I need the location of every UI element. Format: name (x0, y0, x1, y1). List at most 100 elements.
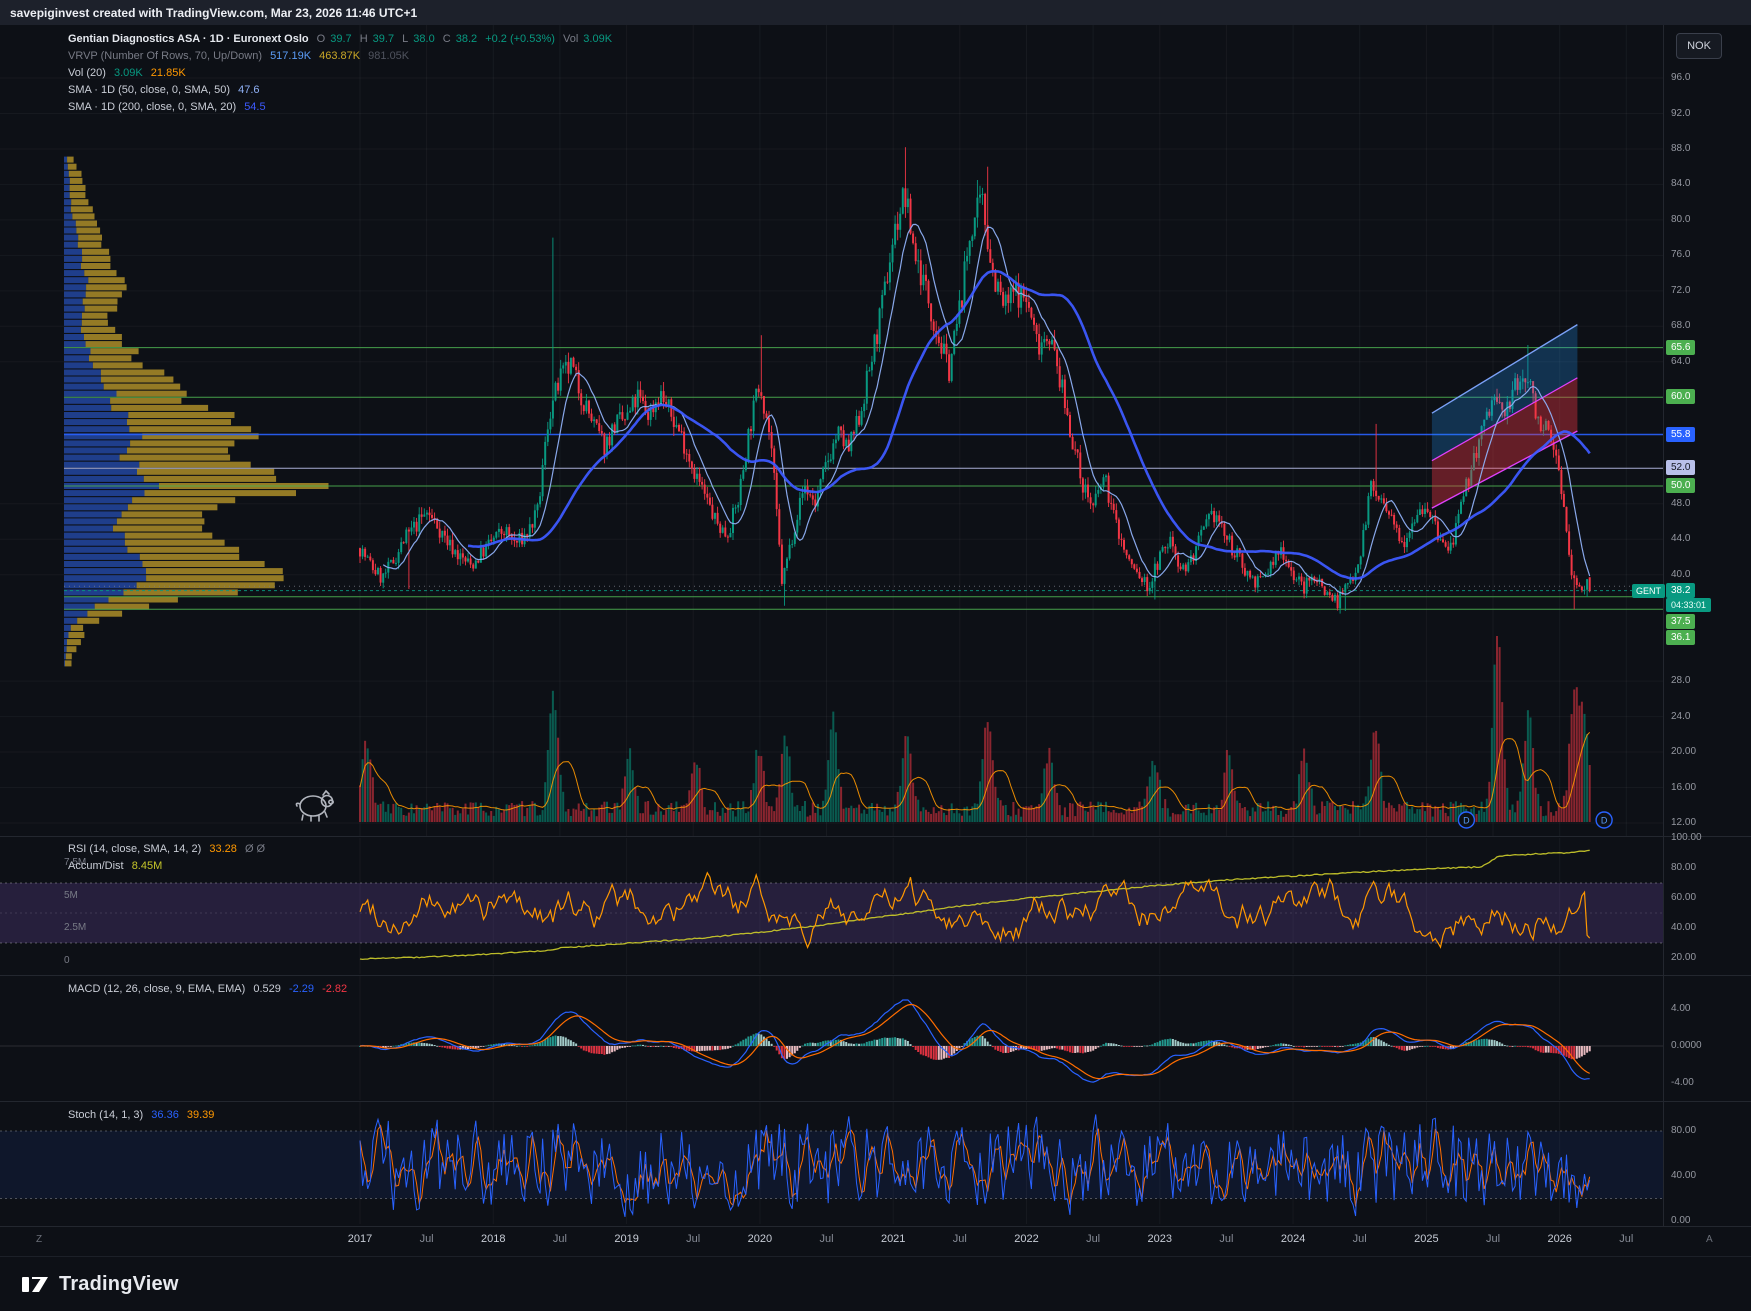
price-tick-label: 88.0 (1671, 143, 1690, 154)
price-tick-label: 80.0 (1671, 214, 1690, 225)
rsi-scale-label: 40.00 (1671, 922, 1696, 933)
stoch-d-value: 39.39 (187, 1109, 215, 1121)
volume-legend-row[interactable]: Vol (20) 3.09K 21.85K (68, 65, 617, 82)
close-value: 38.2 (456, 33, 477, 45)
rsi-value: 33.28 (209, 843, 237, 855)
vol20-ma-value: 21.85K (151, 67, 186, 79)
time-tick-label: Jul (1353, 1233, 1367, 1245)
sma200-label: SMA · 1D (200, close, 0, SMA, 20) (68, 101, 236, 113)
time-tick-label: 2021 (881, 1233, 905, 1245)
price-tick-label: 96.0 (1671, 72, 1690, 83)
price-level-label[interactable]: 52.0 (1666, 460, 1695, 475)
main-price-pane[interactable]: DD (0, 25, 1663, 836)
bottom-bar: TradingView (0, 1256, 1751, 1311)
time-tick-label: Jul (553, 1233, 567, 1245)
rsi-legend-row[interactable]: RSI (14, close, SMA, 14, 2) 33.28 Ø Ø (68, 841, 270, 858)
last-price-label[interactable]: 38.2 (1666, 583, 1695, 598)
price-level-label[interactable]: 60.0 (1666, 389, 1695, 404)
rsi-scale-label: 20.00 (1671, 952, 1696, 963)
macd-signal-value: -2.82 (322, 983, 347, 995)
low-value: 38.0 (413, 33, 434, 45)
credit-text: savepiginvest created with TradingView.c… (10, 6, 417, 20)
time-tick-label: Jul (1619, 1233, 1633, 1245)
stoch-label: Stoch (14, 1, 3) (68, 1109, 143, 1121)
sma50-legend-row[interactable]: SMA · 1D (50, close, 0, SMA, 50) 47.6 (68, 82, 617, 99)
tradingview-logo[interactable] (22, 1275, 49, 1294)
time-tick-label: Jul (420, 1233, 434, 1245)
time-tick-label: Jul (1486, 1233, 1500, 1245)
rsi-scale-label: 60.00 (1671, 892, 1696, 903)
sma50-label: SMA · 1D (50, close, 0, SMA, 50) (68, 84, 230, 96)
corner-letter-left[interactable]: Z (36, 1234, 42, 1245)
rsi-label: RSI (14, close, SMA, 14, 2) (68, 843, 201, 855)
rsi-legend: RSI (14, close, SMA, 14, 2) 33.28 Ø Ø Ac… (68, 841, 270, 875)
price-tick-label: 72.0 (1671, 285, 1690, 296)
macd-label: MACD (12, 26, close, 9, EMA, EMA) (68, 983, 245, 995)
close-label: C (443, 33, 451, 45)
vrvp-down-volume: 463.87K (319, 50, 360, 62)
macd-scale-label: 0.0000 (1671, 1040, 1702, 1051)
time-tick-label: 2022 (1014, 1233, 1038, 1245)
price-tick-label: 44.0 (1671, 533, 1690, 544)
price-level-label[interactable]: 36.1 (1666, 630, 1695, 645)
price-tick-label: 28.0 (1671, 675, 1690, 686)
sma50-value: 47.6 (238, 84, 259, 96)
vol-label: Vol (563, 33, 578, 45)
accum-scale-label: 2.5M (64, 922, 86, 933)
time-tick-label: 2020 (748, 1233, 772, 1245)
ticker-tag: GENT (1632, 584, 1665, 598)
vrvp-total-volume: 981.05K (368, 50, 409, 62)
time-tick-label: Jul (1219, 1233, 1233, 1245)
stoch-scale-label: 40.00 (1671, 1170, 1696, 1181)
vol20-value: 3.09K (114, 67, 143, 79)
open-label: O (317, 33, 326, 45)
price-tick-label: 68.0 (1671, 320, 1690, 331)
rsi-scale-label: 100.00 (1671, 832, 1702, 843)
time-tick-label: Jul (1086, 1233, 1100, 1245)
price-tick-label: 48.0 (1671, 498, 1690, 509)
stoch-pane[interactable] (0, 1102, 1663, 1224)
top-credit-bar: savepiginvest created with TradingView.c… (0, 0, 1751, 25)
vrvp-label: VRVP (Number Of Rows, 70, Up/Down) (68, 50, 262, 62)
currency-button[interactable]: NOK (1676, 33, 1722, 59)
time-tick-label: 2026 (1547, 1233, 1571, 1245)
time-tick-label: 2025 (1414, 1233, 1438, 1245)
bar-countdown: 04:33:01 (1666, 598, 1711, 612)
corner-letter-right[interactable]: A (1706, 1234, 1713, 1245)
price-level-label[interactable]: 55.8 (1666, 427, 1695, 442)
svg-text:D: D (1463, 816, 1470, 826)
price-tick-label: 24.0 (1671, 711, 1690, 722)
stoch-legend: Stoch (14, 1, 3) 36.36 39.39 (68, 1107, 219, 1124)
stoch-k-value: 36.36 (151, 1109, 179, 1121)
pane-separator[interactable] (0, 1101, 1751, 1102)
macd-scale-label: -4.00 (1671, 1077, 1694, 1088)
time-tick-label: 2024 (1281, 1233, 1305, 1245)
stoch-legend-row[interactable]: Stoch (14, 1, 3) 36.36 39.39 (68, 1107, 219, 1124)
tradingview-wordmark[interactable]: TradingView (59, 1273, 179, 1296)
price-level-label[interactable]: 50.0 (1666, 478, 1695, 493)
time-tick-label: Jul (953, 1233, 967, 1245)
main-legend: Gentian Diagnostics ASA · 1D · Euronext … (68, 31, 617, 116)
price-tick-label: 20.00 (1671, 746, 1696, 757)
svg-text:D: D (1601, 816, 1608, 826)
symbol-legend-row[interactable]: Gentian Diagnostics ASA · 1D · Euronext … (68, 31, 617, 48)
price-tick-label: 76.0 (1671, 249, 1690, 260)
price-level-label[interactable]: 37.5 (1666, 614, 1695, 629)
macd-legend-row[interactable]: MACD (12, 26, close, 9, EMA, EMA) 0.529 … (68, 981, 352, 998)
rsi-scale-label: 80.00 (1671, 862, 1696, 873)
tradingview-chart-app: savepiginvest created with TradingView.c… (0, 0, 1751, 1311)
macd-hist-value: 0.529 (253, 983, 281, 995)
symbol-title[interactable]: Gentian Diagnostics ASA · 1D · Euronext … (68, 33, 309, 45)
stoch-scale-label: 0.00 (1671, 1215, 1690, 1226)
time-tick-label: Jul (686, 1233, 700, 1245)
vrvp-legend-row[interactable]: VRVP (Number Of Rows, 70, Up/Down) 517.1… (68, 48, 617, 65)
price-level-label[interactable]: 65.6 (1666, 340, 1695, 355)
pane-separator[interactable] (0, 836, 1751, 837)
macd-line-value: -2.29 (289, 983, 314, 995)
accum-label: Accum/Dist (68, 860, 124, 872)
accum-legend-row[interactable]: Accum/Dist 8.45M (68, 858, 270, 875)
sma200-legend-row[interactable]: SMA · 1D (200, close, 0, SMA, 20) 54.5 (68, 99, 617, 116)
pane-separator[interactable] (0, 975, 1751, 976)
sma200-value: 54.5 (244, 101, 265, 113)
vrvp-up-volume: 517.19K (270, 50, 311, 62)
